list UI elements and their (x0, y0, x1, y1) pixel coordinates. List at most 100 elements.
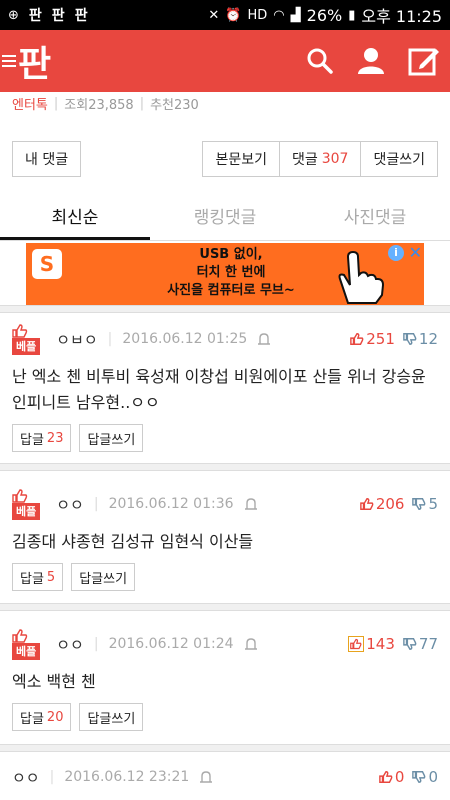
divider: | (93, 496, 99, 512)
divider (0, 744, 450, 752)
tab-ranking[interactable]: 랭킹댓글 (150, 197, 300, 240)
report-icon[interactable] (244, 637, 258, 651)
thumbs-up-icon (359, 498, 374, 510)
upvote-button[interactable]: 206 (359, 495, 405, 513)
ad-line: USB 없이, (199, 247, 263, 262)
divider: | (93, 636, 99, 652)
comment-author[interactable]: ㅇㅂㅇ (56, 329, 97, 350)
tab-photo[interactable]: 사진댓글 (300, 197, 450, 240)
write-comment-button[interactable]: 댓글쓰기 (361, 141, 438, 177)
battery-percent: 26% (306, 5, 343, 25)
downvote-button[interactable]: 12 (403, 330, 438, 348)
search-icon[interactable] (306, 47, 334, 75)
upvote-button[interactable]: 251 (350, 330, 395, 348)
replies-label: 답글 (20, 571, 44, 587)
recommend-count: 추천230 (150, 97, 199, 113)
app-notification-icon: 판 (28, 8, 42, 24)
best-tag: 베플 (12, 337, 41, 355)
comment-item: 베플 ㅇㅇ | 2016.06.12 01:36 206 5 김종대 샤종현 김… (0, 485, 450, 591)
comment-button-group: 본문보기 댓글 307 댓글쓰기 (202, 141, 438, 179)
signal-icon: ▟ (290, 7, 301, 23)
menu-icon[interactable] (2, 55, 16, 67)
divider (0, 305, 450, 313)
post-info: 엔터톡 | 조회23,858 | 추천230 (0, 92, 450, 114)
report-icon[interactable] (199, 770, 213, 784)
replies-label: 답글 (20, 711, 44, 727)
app-notification-icon: 판 (74, 8, 88, 24)
replies-button[interactable]: 답글 5 (12, 563, 64, 591)
comment-date: 2016.06.12 01:25 (122, 331, 248, 347)
comment-text: 엑소 백현 첸 (12, 672, 96, 691)
wifi-icon: ◠ (273, 7, 285, 23)
upvote-button[interactable]: 0 (379, 768, 405, 786)
thumbs-up-icon (12, 323, 28, 338)
divider (0, 463, 450, 471)
comment-item: 베플 ㅇㅇ | 2016.06.12 01:24 143 77 엑소 백현 첸 … (0, 625, 450, 731)
comment-author[interactable]: ㅇㅇ (12, 767, 40, 788)
upvote-button[interactable]: 143 (348, 635, 395, 653)
best-tag: 베플 (12, 502, 41, 520)
write-reply-button[interactable]: 답글쓰기 (79, 424, 144, 452)
ad-banner[interactable]: S USB 없이, 터치 한 번에 사진을 컴퓨터로 무브~ i ✕ (26, 243, 424, 305)
best-tag: 베플 (12, 642, 41, 660)
comment-text: 난 엑소 첸 비투비 육성재 이창섭 비원에이포 산들 위너 강승윤 인피니트 … (12, 367, 426, 412)
comment-author[interactable]: ㅇㅇ (56, 494, 84, 515)
ad-line: 사진을 컴퓨터로 무브~ (167, 283, 295, 298)
comments-button[interactable]: 댓글 307 (279, 141, 362, 177)
thumbs-up-icon (12, 628, 28, 643)
upvote-count: 251 (366, 330, 395, 348)
report-icon[interactable] (257, 332, 271, 346)
app-header: 판 (0, 30, 450, 92)
thumbs-up-icon (12, 488, 28, 503)
ad-close-icon[interactable]: ✕ (409, 243, 422, 262)
replies-count: 5 (46, 569, 56, 585)
report-icon[interactable] (244, 497, 258, 511)
alarm-icon: ⏰ (225, 7, 242, 23)
ad-info-icon[interactable]: i (388, 245, 404, 261)
write-icon[interactable] (408, 45, 440, 77)
comment-item: ㅇㅇ | 2016.06.12 23:21 0 0 (0, 758, 450, 796)
my-comments-button[interactable]: 내 댓글 (12, 141, 82, 177)
downvote-count: 77 (418, 635, 438, 653)
clock: 오후 11:25 (361, 7, 442, 26)
thumbs-down-icon (403, 638, 417, 650)
comment-text: 김종대 샤종현 김성규 임현식 이산들 (12, 532, 254, 551)
battery-icon: ▮ (348, 7, 356, 23)
view-count: 조회23,858 (64, 97, 134, 113)
app-logo[interactable]: 판 (18, 35, 51, 87)
ad-app-logo: S (32, 249, 62, 279)
downvote-count: 0 (428, 768, 438, 786)
downvote-button[interactable]: 0 (412, 768, 438, 786)
thumbs-up-icon (348, 636, 365, 652)
best-badge: 베플 (12, 628, 41, 660)
upvote-count: 0 (394, 768, 405, 786)
write-reply-button[interactable]: 답글쓰기 (71, 563, 136, 591)
thumbs-up-icon (379, 771, 393, 783)
upvote-count: 206 (375, 495, 405, 513)
tab-latest[interactable]: 최신순 (0, 197, 150, 240)
replies-count: 20 (46, 709, 64, 725)
comment-date: 2016.06.12 01:24 (108, 636, 234, 652)
replies-button[interactable]: 답글 23 (12, 424, 72, 452)
replies-button[interactable]: 답글 20 (12, 703, 72, 731)
write-reply-button[interactable]: 답글쓰기 (79, 703, 144, 731)
user-icon[interactable] (356, 47, 386, 75)
best-badge: 베플 (12, 488, 41, 520)
comment-action-bar: 내 댓글 본문보기 댓글 307 댓글쓰기 (0, 141, 450, 179)
comments-count: 307 (321, 151, 349, 167)
comment-author[interactable]: ㅇㅇ (56, 634, 84, 655)
best-badge: 베플 (12, 323, 41, 355)
downvote-button[interactable]: 5 (412, 495, 438, 513)
app-notification-icon: 판 (51, 8, 65, 24)
downvote-button[interactable]: 77 (403, 635, 438, 653)
view-post-button[interactable]: 본문보기 (202, 141, 280, 177)
downvote-count: 5 (428, 495, 438, 513)
category-link[interactable]: 엔터톡 (12, 94, 48, 113)
upvote-count: 143 (366, 635, 395, 653)
downvote-count: 12 (418, 330, 438, 348)
status-bar: ⊕ 판 판 판 ✕ ⏰ HD ◠ ▟ 26% ▮ 오후 11:25 (0, 0, 450, 30)
replies-label: 답글 (20, 432, 44, 448)
thumbs-down-icon (403, 333, 417, 345)
divider (0, 603, 450, 611)
comment-sort-tabs: 최신순 랭킹댓글 사진댓글 (0, 197, 450, 241)
